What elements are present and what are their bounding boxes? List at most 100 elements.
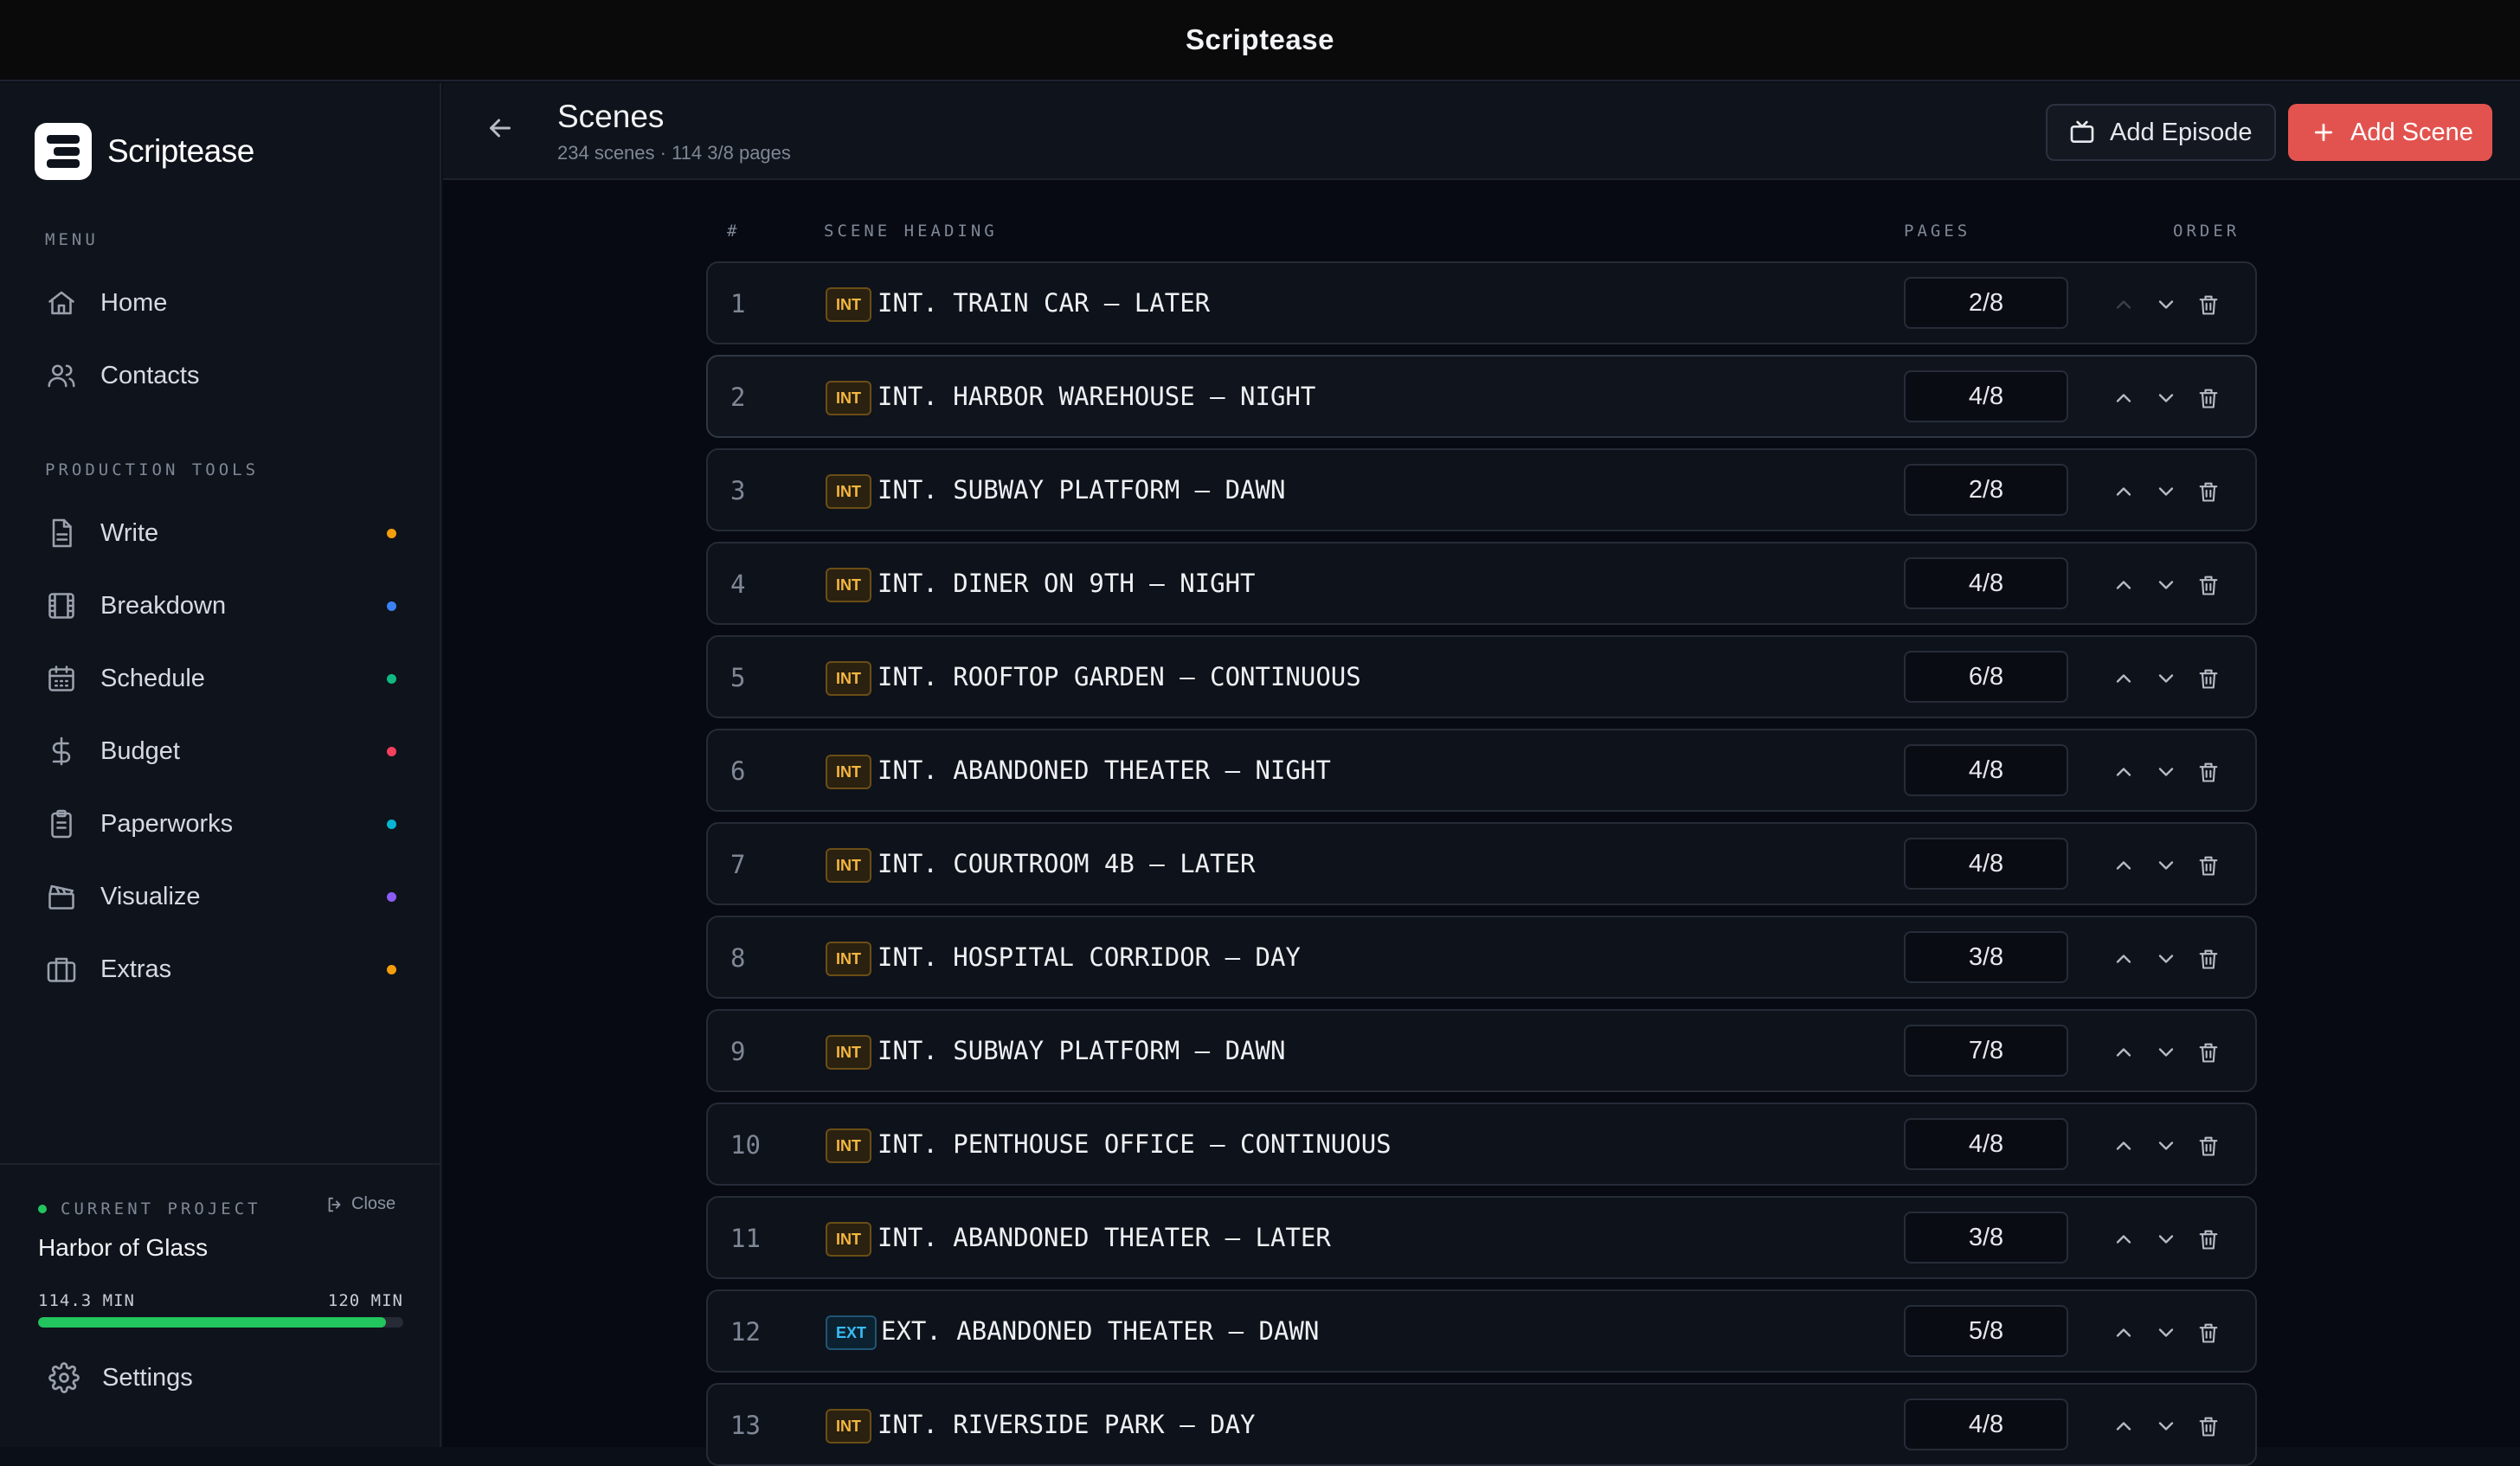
scene-row[interactable]: 4 INT INT. DINER ON 9TH – NIGHT 4/8 [706, 542, 2257, 625]
scene-number: 7 [730, 850, 746, 879]
move-down-button[interactable] [2150, 756, 2182, 788]
trash-icon [2199, 1323, 2218, 1343]
scene-row[interactable]: 10 INT INT. PENTHOUSE OFFICE – CONTINUOUS 4… [706, 1103, 2257, 1186]
trash-icon [2199, 1417, 2218, 1437]
scene-type-badge: INT [826, 848, 871, 883]
close-project-button[interactable]: Close [325, 1194, 395, 1214]
move-up-button[interactable] [2108, 1224, 2139, 1255]
move-down-button[interactable] [2150, 1411, 2182, 1442]
move-down-button[interactable] [2150, 1317, 2182, 1348]
delete-scene-button[interactable] [2193, 1224, 2224, 1255]
scene-pages-field[interactable]: 5/8 [1904, 1305, 2068, 1357]
sidebar-item-label: Visualize [100, 882, 201, 910]
scene-pages-field[interactable]: 4/8 [1904, 557, 2068, 609]
brand[interactable]: Scriptease [35, 123, 254, 180]
settings-button[interactable]: Settings [48, 1362, 193, 1393]
move-down-button[interactable] [2150, 943, 2182, 974]
sidebar-item-label: Extras [100, 955, 172, 983]
project-target-runtime: 120 MIN [327, 1291, 403, 1310]
scene-row[interactable]: 7 INT INT. COURTROOM 4B – LATER 4/8 [706, 822, 2257, 905]
move-down-button[interactable] [2150, 1037, 2182, 1068]
move-down-button[interactable] [2150, 1130, 2182, 1161]
move-down-button[interactable] [2150, 383, 2182, 414]
scene-row[interactable]: 1 INT INT. TRAIN CAR – LATER 2/8 [706, 261, 2257, 344]
scene-row[interactable]: 2 INT INT. HARBOR WAREHOUSE – NIGHT 4/8 [706, 355, 2257, 438]
scene-row[interactable]: 12 EXT EXT. ABANDONED THEATER – DAWN 5/8 [706, 1289, 2257, 1373]
scene-pages-field[interactable]: 3/8 [1904, 931, 2068, 983]
back-button[interactable] [485, 113, 516, 148]
scene-pages-field[interactable]: 6/8 [1904, 651, 2068, 703]
scene-pages-field[interactable]: 4/8 [1904, 744, 2068, 796]
move-down-button[interactable] [2150, 1224, 2182, 1255]
clapperboard-icon-wrap [45, 880, 78, 913]
scene-row[interactable]: 5 INT INT. ROOFTOP GARDEN – CONTINUOUS 6/8 [706, 635, 2257, 718]
delete-scene-button[interactable] [2193, 1130, 2224, 1161]
delete-scene-button[interactable] [2193, 943, 2224, 974]
scene-row[interactable]: 11 INT INT. ABANDONED THEATER – LATER 3/8 [706, 1196, 2257, 1279]
add-scene-button[interactable]: Add Scene [2288, 104, 2492, 161]
scene-pages-field[interactable]: 4/8 [1904, 1398, 2068, 1450]
delete-scene-button[interactable] [2193, 1037, 2224, 1068]
scene-number: 10 [730, 1130, 761, 1160]
move-up-button[interactable] [2108, 663, 2139, 694]
delete-scene-button[interactable] [2193, 383, 2224, 414]
scene-row[interactable]: 6 INT INT. ABANDONED THEATER – NIGHT 4/8 [706, 729, 2257, 812]
scene-type-badge: INT [826, 1409, 871, 1443]
move-up-button[interactable] [2108, 1130, 2139, 1161]
trash-icon [2199, 1043, 2218, 1063]
move-up-button[interactable] [2108, 1411, 2139, 1442]
delete-scene-button[interactable] [2193, 476, 2224, 507]
move-down-button[interactable] [2150, 663, 2182, 694]
move-up-button[interactable] [2108, 383, 2139, 414]
move-up-button[interactable] [2108, 943, 2139, 974]
contacts-icon-wrap [45, 359, 78, 392]
delete-scene-button[interactable] [2193, 663, 2224, 694]
move-up-button[interactable] [2108, 1037, 2139, 1068]
delete-scene-button[interactable] [2193, 289, 2224, 320]
move-up-button[interactable] [2108, 1317, 2139, 1348]
delete-scene-button[interactable] [2193, 1411, 2224, 1442]
sidebar-item-budget[interactable]: Budget [42, 721, 405, 781]
sidebar-item-schedule[interactable]: Schedule [42, 648, 405, 709]
delete-scene-button[interactable] [2193, 569, 2224, 601]
scene-row[interactable]: 3 INT INT. SUBWAY PLATFORM – DAWN 2/8 [706, 448, 2257, 531]
scene-number: 12 [730, 1317, 761, 1347]
move-down-button[interactable] [2150, 569, 2182, 601]
scene-heading: INT. ABANDONED THEATER – LATER [878, 1223, 1331, 1252]
scene-pages-field[interactable]: 4/8 [1904, 838, 2068, 890]
scene-pages-field[interactable]: 4/8 [1904, 370, 2068, 422]
delete-scene-button[interactable] [2193, 756, 2224, 788]
add-episode-button[interactable]: Add Episode [2046, 104, 2276, 161]
move-up-button[interactable] [2108, 569, 2139, 601]
scene-pages-field[interactable]: 4/8 [1904, 1118, 2068, 1170]
move-down-button[interactable] [2150, 289, 2182, 320]
chevron-down-icon [2158, 861, 2174, 870]
move-down-button[interactable] [2150, 476, 2182, 507]
sidebar-item-home[interactable]: Home [42, 273, 405, 333]
sidebar-item-breakdown[interactable]: Breakdown [42, 575, 405, 636]
chevron-up-icon [2116, 300, 2131, 309]
scene-row[interactable]: 13 INT INT. RIVERSIDE PARK – DAY 4/8 [706, 1383, 2257, 1466]
move-up-button[interactable] [2108, 476, 2139, 507]
move-up-button[interactable] [2108, 756, 2139, 788]
clapperboard-icon [48, 884, 74, 910]
scene-heading: EXT. ABANDONED THEATER – DAWN [881, 1316, 1320, 1346]
scene-pages-field[interactable]: 2/8 [1904, 277, 2068, 329]
sidebar-item-contacts[interactable]: Contacts [42, 345, 405, 406]
sidebar-item-extras[interactable]: Extras [42, 939, 405, 1000]
scene-pages-field[interactable]: 3/8 [1904, 1212, 2068, 1263]
sidebar-item-write[interactable]: Write [42, 503, 405, 563]
scene-row[interactable]: 9 INT INT. SUBWAY PLATFORM – DAWN 7/8 [706, 1009, 2257, 1092]
move-up-button[interactable] [2108, 850, 2139, 881]
move-down-button[interactable] [2150, 850, 2182, 881]
delete-scene-button[interactable] [2193, 1317, 2224, 1348]
scene-pages-field[interactable]: 2/8 [1904, 464, 2068, 516]
move-up-button[interactable] [2108, 289, 2139, 320]
scene-row[interactable]: 8 INT INT. HOSPITAL CORRIDOR – DAY 3/8 [706, 916, 2257, 999]
sidebar-item-visualize[interactable]: Visualize [42, 866, 405, 927]
delete-scene-button[interactable] [2193, 850, 2224, 881]
scene-type-badge: INT [826, 755, 871, 789]
scene-pages-field[interactable]: 7/8 [1904, 1025, 2068, 1077]
sidebar-item-paperworks[interactable]: Paperworks [42, 794, 405, 854]
sidebar-item-label: Write [100, 518, 159, 547]
